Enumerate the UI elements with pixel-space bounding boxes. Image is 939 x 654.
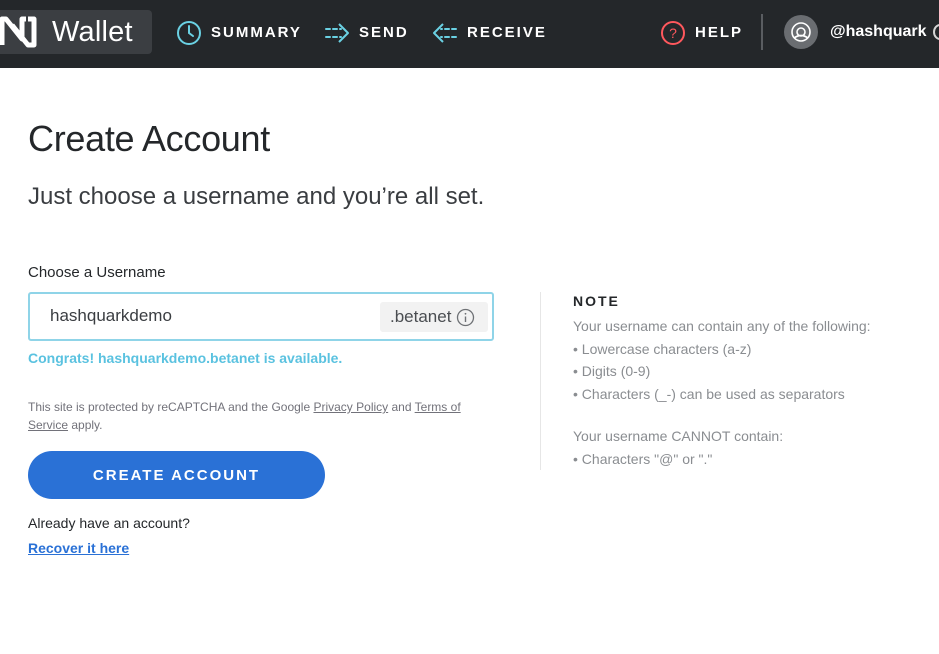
nav-receive-label: RECEIVE: [467, 24, 547, 41]
network-suffix-text: .betanet: [390, 307, 452, 326]
wallet-logo[interactable]: Wallet: [0, 10, 152, 54]
create-account-button[interactable]: CREATE ACCOUNT: [28, 451, 325, 499]
recaptcha-suffix: apply.: [68, 418, 103, 432]
username-field[interactable]: .betanet: [28, 292, 494, 341]
privacy-policy-link[interactable]: Privacy Policy: [313, 400, 388, 414]
note-divider: [540, 292, 541, 470]
page-title: Create Account: [28, 118, 270, 159]
nav-send[interactable]: SEND: [324, 19, 409, 47]
username-field-label: Choose a Username: [28, 264, 166, 281]
recover-account-link[interactable]: Recover it here: [28, 539, 129, 557]
already-have-account-text: Already have an account?: [28, 515, 190, 531]
help-question-icon: ?: [661, 21, 685, 45]
note-can-item: • Characters (_-) can be used as separat…: [573, 386, 845, 402]
username-input[interactable]: [50, 306, 370, 326]
clock-icon: [177, 21, 201, 45]
receive-arrow-icon: [433, 23, 457, 43]
recaptcha-prefix: This site is protected by reCAPTCHA and …: [28, 400, 314, 414]
note-can-item: • Lowercase characters (a-z): [573, 341, 752, 357]
user-avatar-icon: [791, 22, 811, 42]
nav-summary-label: SUMMARY: [211, 24, 302, 41]
note-cannot-item: • Characters "@" or ".": [573, 451, 713, 467]
note-title: NOTE: [573, 293, 620, 309]
top-navigation-bar: Wallet SUMMARY SEND RECEIVE ? HELP @hash…: [0, 0, 939, 68]
note-can-item: • Digits (0-9): [573, 363, 651, 379]
recaptcha-notice: This site is protected by reCAPTCHA and …: [28, 398, 488, 434]
account-name: @hashquark: [830, 23, 927, 40]
nav-receive[interactable]: RECEIVE: [432, 19, 547, 47]
svg-text:?: ?: [669, 25, 677, 41]
availability-message: Congrats! hashquarkdemo.betanet is avail…: [28, 350, 343, 366]
network-suffix: .betanet: [380, 302, 488, 332]
near-logo-icon: [0, 16, 37, 48]
page-subtitle: Just choose a username and you’re all se…: [28, 183, 485, 210]
recaptcha-and: and: [388, 400, 415, 414]
note-can-intro: Your username can contain any of the fol…: [573, 318, 871, 334]
account-menu[interactable]: @hashquark: [784, 15, 927, 49]
note-cannot-intro: Your username CANNOT contain:: [573, 428, 784, 444]
avatar: [784, 15, 818, 49]
info-icon[interactable]: [456, 308, 475, 327]
nav-help[interactable]: ? HELP: [660, 19, 743, 47]
nav-summary[interactable]: SUMMARY: [176, 19, 302, 47]
send-arrow-icon: [325, 23, 349, 43]
account-dropdown-icon[interactable]: [933, 24, 939, 40]
nav-help-label: HELP: [695, 24, 744, 41]
nav-divider: [761, 14, 763, 50]
nav-send-label: SEND: [359, 24, 409, 41]
logo-text: Wallet: [52, 16, 133, 48]
